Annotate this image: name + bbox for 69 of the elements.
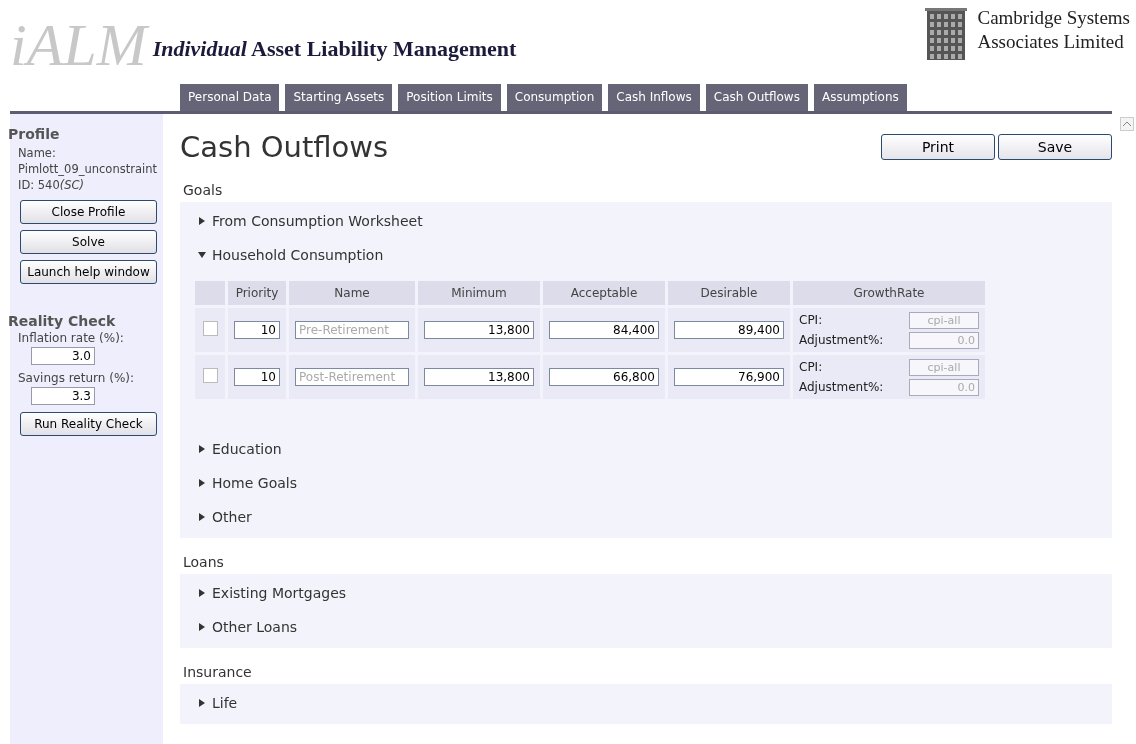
input-field[interactable]: 3.0 xyxy=(31,347,95,365)
expander[interactable]: Home Goals xyxy=(180,466,315,500)
caret-icon xyxy=(198,444,206,454)
scroll-up-icon[interactable] xyxy=(1120,117,1134,131)
checkbox[interactable] xyxy=(202,368,218,383)
section-heading: Goals xyxy=(182,181,224,200)
input-field[interactable]: 84,400 xyxy=(549,321,659,339)
column-header: Name xyxy=(334,286,370,300)
nav-tab[interactable]: Starting Assets xyxy=(285,84,393,111)
column-header: Desirable xyxy=(700,286,758,300)
expander[interactable]: Education xyxy=(180,432,300,466)
input-field[interactable]: Post-Retirement xyxy=(295,368,409,386)
input-field[interactable]: 13,800 xyxy=(424,321,534,339)
caret-icon xyxy=(198,512,206,522)
column-header: Acceptable xyxy=(570,286,638,300)
input-field[interactable]: 89,400 xyxy=(674,321,784,339)
field-label: Savings return (%): xyxy=(18,371,134,385)
input-field[interactable]: 13,800 xyxy=(424,368,534,386)
caret-icon xyxy=(198,478,206,488)
sidebar-button[interactable]: Close Profile xyxy=(20,200,157,224)
sidebar-button[interactable]: Launch help window xyxy=(20,260,157,284)
profile-id: ID: 540(SC) xyxy=(18,177,86,193)
section-heading: Profile xyxy=(8,126,60,142)
caret-icon xyxy=(198,216,206,226)
caret-icon xyxy=(198,698,206,708)
company-name: Associates Limited xyxy=(977,30,1125,54)
column-header: Minimum xyxy=(451,286,507,300)
input-field[interactable]: 10 xyxy=(234,368,280,386)
nav-tab[interactable]: Consumption xyxy=(506,84,603,111)
section-heading: Loans xyxy=(182,553,225,572)
section-heading: Reality Check xyxy=(8,313,116,329)
input-field[interactable]: Pre-Retirement xyxy=(295,321,409,339)
nav-tab[interactable]: Personal Data xyxy=(180,84,280,111)
nav-tab[interactable]: Assumptions xyxy=(813,84,907,111)
column-header: Priority xyxy=(235,286,279,300)
nav-tab[interactable]: Cash Outflows xyxy=(705,84,808,111)
company-name: Cambridge Systems xyxy=(977,6,1130,30)
input-field[interactable]: 66,800 xyxy=(549,368,659,386)
expander[interactable]: From Consumption Worksheet xyxy=(180,204,441,238)
checkbox[interactable] xyxy=(202,321,218,336)
caret-icon xyxy=(198,588,206,598)
app-title: Individual Asset Liability Management xyxy=(152,36,517,62)
caret-icon xyxy=(198,250,206,260)
caret-icon xyxy=(198,622,206,632)
section-heading: Insurance xyxy=(182,663,253,682)
action-button[interactable]: Print xyxy=(881,134,995,160)
run-button[interactable]: Run Reality Check xyxy=(20,412,157,436)
field-label: CPI: xyxy=(799,313,823,327)
input-field[interactable]: 76,900 xyxy=(674,368,784,386)
expander[interactable]: Household Consumption xyxy=(180,238,402,272)
name-label: Name: xyxy=(18,145,57,161)
expander[interactable]: Life xyxy=(180,686,256,720)
action-button[interactable]: Save xyxy=(998,134,1112,160)
nav-tab[interactable]: Cash Inflows xyxy=(608,84,700,111)
field-label: Inflation rate (%): xyxy=(18,331,124,345)
profile-name: Pimlott_09_unconstraint xyxy=(18,161,157,177)
expander[interactable]: Other xyxy=(180,500,270,534)
nav-tab[interactable]: Position Limits xyxy=(398,84,501,111)
page-title: Cash Outflows xyxy=(180,130,389,164)
building-icon xyxy=(925,6,970,62)
field-label: Adjustment%: xyxy=(799,380,884,394)
column-header: GrowthRate xyxy=(853,286,925,300)
input-field[interactable]: 3.3 xyxy=(31,387,95,405)
expander[interactable]: Existing Mortgages xyxy=(180,576,365,610)
expander[interactable]: Other Loans xyxy=(180,610,316,644)
input-field[interactable]: 10 xyxy=(234,321,280,339)
sidebar-button[interactable]: Solve xyxy=(20,230,157,254)
field-label: Adjustment%: xyxy=(799,333,884,347)
field-label: CPI: xyxy=(799,360,823,374)
